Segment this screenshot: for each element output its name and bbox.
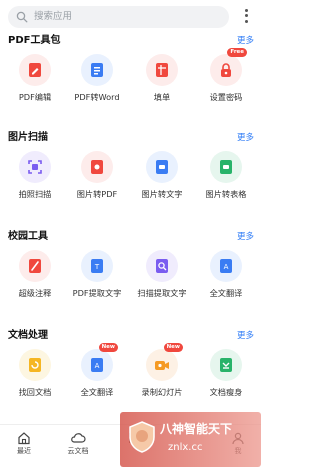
pdf-extract-text-icon: T [91,259,103,273]
section-title: 校园工具 [8,231,48,242]
svg-text:T: T [94,263,100,271]
pdf-edit-icon [29,63,41,77]
tool-doc-slim[interactable]: 文档瘦身 [195,349,257,398]
annotate-icon [29,259,41,273]
section-title: 文档处理 [8,330,48,341]
tool-full-translate[interactable]: A 全文翻译 [195,250,257,299]
record-slides-icon [155,361,169,370]
search-input[interactable]: 搜索应用 [8,6,229,28]
tool-set-password[interactable]: Free 设置密码 [195,48,257,103]
tool-super-annotate[interactable]: 超级注释 [4,250,66,299]
tool-pdf-extract-text[interactable]: T PDF提取文字 [66,250,128,299]
svg-text:A: A [95,362,100,370]
tool-full-translate-2[interactable]: A New 全文翻译 [66,343,128,398]
tool-record-slides[interactable]: New 录制幻灯片 [131,343,193,398]
top-bar: 搜索应用 [0,0,261,32]
svg-text:A: A [224,263,229,271]
search-placeholder: 搜索应用 [34,11,73,22]
nav-recent[interactable]: 最近 [4,431,44,456]
more-link[interactable]: 更多 [237,35,254,47]
doc-slim-icon [220,358,232,372]
shield-logo-icon [129,421,155,453]
search-icon [16,11,28,23]
recover-doc-icon [29,358,41,372]
section-title: 图片扫描 [8,132,48,143]
more-link[interactable]: 更多 [237,231,254,243]
cloud-icon [71,433,86,443]
new-badge: New [98,343,118,352]
section-title: PDF工具包 [8,35,61,46]
tool-pdf-to-word[interactable]: PDF转Word [66,54,128,103]
tool-scan-extract-text[interactable]: 扫描提取文字 [131,250,193,299]
tool-fill-form[interactable]: 填单 [131,54,193,103]
scan-extract-text-icon [156,259,168,273]
section-doc-processing: 文档处理 更多 找回文档 A New 全文翻译 New 录制幻灯片 文档瘦身 [0,329,261,401]
more-link[interactable]: 更多 [237,132,254,144]
tool-image-to-table[interactable]: 图片转表格 [195,151,257,200]
watermark-title: 八神智能天下 [160,422,233,436]
translate-icon: A [220,259,232,273]
section-pdf-toolkit: PDF工具包 更多 PDF编辑 PDF转Word 填单 Free 设置密码 [0,34,261,106]
watermark: 八神智能天下 znlx.cc [120,412,261,467]
more-options-icon[interactable] [238,7,254,25]
image-to-table-icon [220,160,232,174]
nav-cloud-docs[interactable]: 云文档 [58,431,98,456]
section-campus-tools: 校园工具 更多 超级注释 T PDF提取文字 扫描提取文字 A 全文翻译 [0,230,261,302]
tool-image-to-pdf[interactable]: 图片转PDF [66,151,128,200]
pdf-to-word-icon [91,63,103,77]
section-image-scan: 图片扫描 更多 拍照扫描 图片转PDF 图片转文字 图片转表格 [0,131,261,203]
tool-image-to-text[interactable]: 图片转文字 [131,151,193,200]
new-badge: New [163,343,183,352]
free-badge: Free [227,48,247,57]
home-icon [18,432,30,445]
fill-form-icon [156,63,168,77]
translate-icon: A [91,358,103,372]
watermark-url: znlx.cc [168,442,203,453]
more-link[interactable]: 更多 [237,330,254,342]
tool-photo-scan[interactable]: 拍照扫描 [4,151,66,200]
image-to-text-icon [156,160,168,174]
tool-recover-doc[interactable]: 找回文档 [4,349,66,398]
tool-pdf-edit[interactable]: PDF编辑 [4,54,66,103]
lock-icon [221,63,231,77]
scan-icon [28,160,42,174]
image-to-pdf-icon [91,160,103,174]
